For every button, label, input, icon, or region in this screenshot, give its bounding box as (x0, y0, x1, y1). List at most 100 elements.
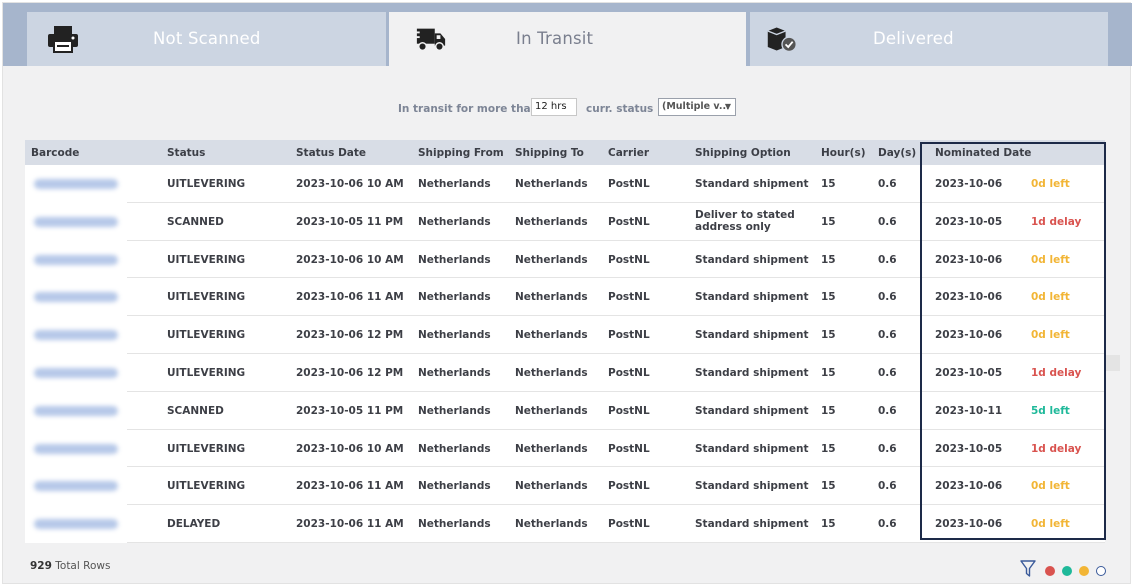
col-status[interactable]: Status (167, 147, 205, 159)
cell-shipping-to: Netherlands (515, 404, 588, 417)
col-status-date[interactable]: Status Date (296, 147, 366, 159)
col-shipping-to[interactable]: Shipping To (515, 147, 584, 159)
legend-dot-ok[interactable] (1062, 566, 1072, 576)
col-carrier[interactable]: Carrier (608, 147, 649, 159)
cell-shipping-option: Standard shipment (695, 442, 809, 455)
cell-days: 0.6 (878, 518, 897, 531)
cell-shipping-from: Netherlands (418, 480, 491, 493)
cell-nominated-date: 2023-10-05 (935, 366, 1003, 379)
cell-shipping-from: Netherlands (418, 291, 491, 304)
cell-barcode-redacted (34, 292, 118, 303)
cell-barcode-redacted (34, 254, 118, 265)
cell-carrier: PostNL (608, 480, 650, 493)
cell-nominated-date: 2023-10-06 (935, 253, 1003, 266)
cell-nominated-date: 2023-10-11 (935, 404, 1003, 417)
cell-shipping-option: Standard shipment (695, 366, 809, 379)
legend-dot-other[interactable] (1096, 566, 1106, 576)
cell-carrier: PostNL (608, 366, 650, 379)
table-row[interactable]: UITLEVERING 2023-10-06 11 AM Netherlands Ne… (25, 278, 1105, 317)
table-row[interactable]: UITLEVERING 2023-10-06 12 PM Netherlands Ne… (25, 316, 1105, 354)
cell-due-status: 0d left (1031, 178, 1070, 190)
cell-shipping-to: Netherlands (515, 480, 588, 493)
scrollbar-thumb[interactable] (1106, 355, 1120, 371)
col-days[interactable]: Day(s) (878, 147, 916, 159)
package-check-icon (767, 27, 797, 53)
table-row[interactable]: UITLEVERING 2023-10-06 11 AM Netherlands Ne… (25, 467, 1105, 506)
cell-nominated-date: 2023-10-05 (935, 442, 1003, 455)
cell-days: 0.6 (878, 253, 897, 266)
cell-barcode-redacted (34, 367, 118, 378)
col-nominated-date[interactable]: Nominated Date (935, 147, 1031, 159)
cell-due-status: 0d left (1031, 329, 1070, 342)
cell-nominated-date: 2023-10-05 (935, 215, 1003, 228)
cell-shipping-to: Netherlands (515, 253, 588, 266)
cell-status-date: 2023-10-05 11 PM (296, 215, 404, 228)
table-row[interactable]: UITLEVERING 2023-10-06 12 PM Netherlands Ne… (25, 353, 1105, 392)
cell-shipping-option: Standard shipment (695, 329, 809, 342)
cell-status-date: 2023-10-06 10 AM (296, 178, 404, 190)
cell-barcode-redacted (34, 519, 118, 530)
cell-status: UITLEVERING (167, 291, 246, 304)
cell-carrier: PostNL (608, 291, 650, 304)
cell-carrier: PostNL (608, 253, 650, 266)
cell-hours: 15 (821, 518, 836, 531)
cell-status-date: 2023-10-06 10 AM (296, 253, 404, 266)
cell-shipping-to: Netherlands (515, 329, 588, 342)
col-shipping-option[interactable]: Shipping Option (695, 147, 791, 159)
filter-icon[interactable] (1020, 560, 1036, 578)
table-header: Barcode Status Status Date Shipping From… (25, 140, 1105, 165)
cell-carrier: PostNL (608, 178, 650, 190)
table-row[interactable]: DELAYED 2023-10-06 11 AM Netherlands Nether… (25, 505, 1105, 543)
transit-hours-input[interactable]: 12 hrs (531, 98, 577, 116)
cell-hours: 15 (821, 442, 836, 455)
row-divider (127, 541, 1105, 543)
tab-label: Not Scanned (153, 29, 261, 48)
cell-shipping-option: Standard shipment (695, 404, 809, 417)
col-hours[interactable]: Hour(s) (821, 147, 866, 159)
shipments-table: Barcode Status Status Date Shipping From… (25, 140, 1105, 543)
table-row[interactable]: SCANNED 2023-10-05 11 PM Netherlands Nether… (25, 391, 1105, 430)
cell-due-status: 1d delay (1031, 215, 1082, 228)
table-row[interactable]: UITLEVERING 2023-10-06 10 AM Netherlands Ne… (25, 165, 1105, 203)
cell-status-date: 2023-10-06 11 AM (296, 480, 404, 493)
cell-due-status: 0d left (1031, 253, 1070, 266)
cell-status: SCANNED (167, 404, 224, 417)
tab-not-scanned[interactable]: Not Scanned (27, 12, 386, 66)
col-shipping-from[interactable]: Shipping From (418, 147, 504, 159)
cell-nominated-date: 2023-10-06 (935, 518, 1003, 531)
cell-shipping-from: Netherlands (418, 404, 491, 417)
legend-dot-due[interactable] (1079, 566, 1089, 576)
cell-status: UITLEVERING (167, 480, 246, 493)
cell-shipping-option: Standard shipment (695, 291, 809, 304)
cell-due-status: 0d left (1031, 291, 1070, 304)
cell-nominated-date: 2023-10-06 (935, 178, 1003, 190)
dashboard-frame: Not Scanned In Transit Delivered In tran… (2, 2, 1132, 584)
table-row[interactable]: UITLEVERING 2023-10-06 10 AM Netherlands Ne… (25, 240, 1105, 279)
cell-status: UITLEVERING (167, 442, 246, 455)
cell-shipping-option: Standard shipment (695, 518, 809, 531)
cell-carrier: PostNL (608, 442, 650, 455)
cell-status-date: 2023-10-05 11 PM (296, 404, 404, 417)
cell-days: 0.6 (878, 404, 897, 417)
cell-shipping-option: Standard shipment (695, 178, 809, 190)
table-row[interactable]: SCANNED 2023-10-05 11 PM Netherlands Nether… (25, 202, 1105, 241)
chevron-down-icon: ▼ (724, 102, 731, 111)
filter-bar: In transit for more than 12 hrs curr. st… (3, 98, 1132, 122)
cell-hours: 15 (821, 178, 836, 190)
cell-barcode-redacted (34, 481, 118, 492)
cell-status-date: 2023-10-06 12 PM (296, 366, 404, 379)
table-body: UITLEVERING 2023-10-06 10 AM Netherlands Ne… (25, 165, 1105, 543)
tab-in-transit[interactable]: In Transit (389, 12, 746, 66)
table-row[interactable]: UITLEVERING 2023-10-06 10 AM Netherlands Ne… (25, 429, 1105, 468)
total-rows-label: Total Rows (55, 560, 111, 572)
tab-delivered[interactable]: Delivered (750, 12, 1108, 66)
cell-hours: 15 (821, 215, 836, 228)
cell-barcode-redacted (34, 216, 118, 227)
legend-dot-delay[interactable] (1045, 566, 1055, 576)
status-select[interactable]: (Multiple v... ▼ (658, 98, 736, 116)
cell-hours: 15 (821, 329, 836, 342)
cell-due-status: 1d delay (1031, 366, 1082, 379)
cell-barcode-redacted (34, 179, 118, 189)
col-barcode[interactable]: Barcode (31, 147, 79, 159)
cell-status-date: 2023-10-06 11 AM (296, 518, 404, 531)
